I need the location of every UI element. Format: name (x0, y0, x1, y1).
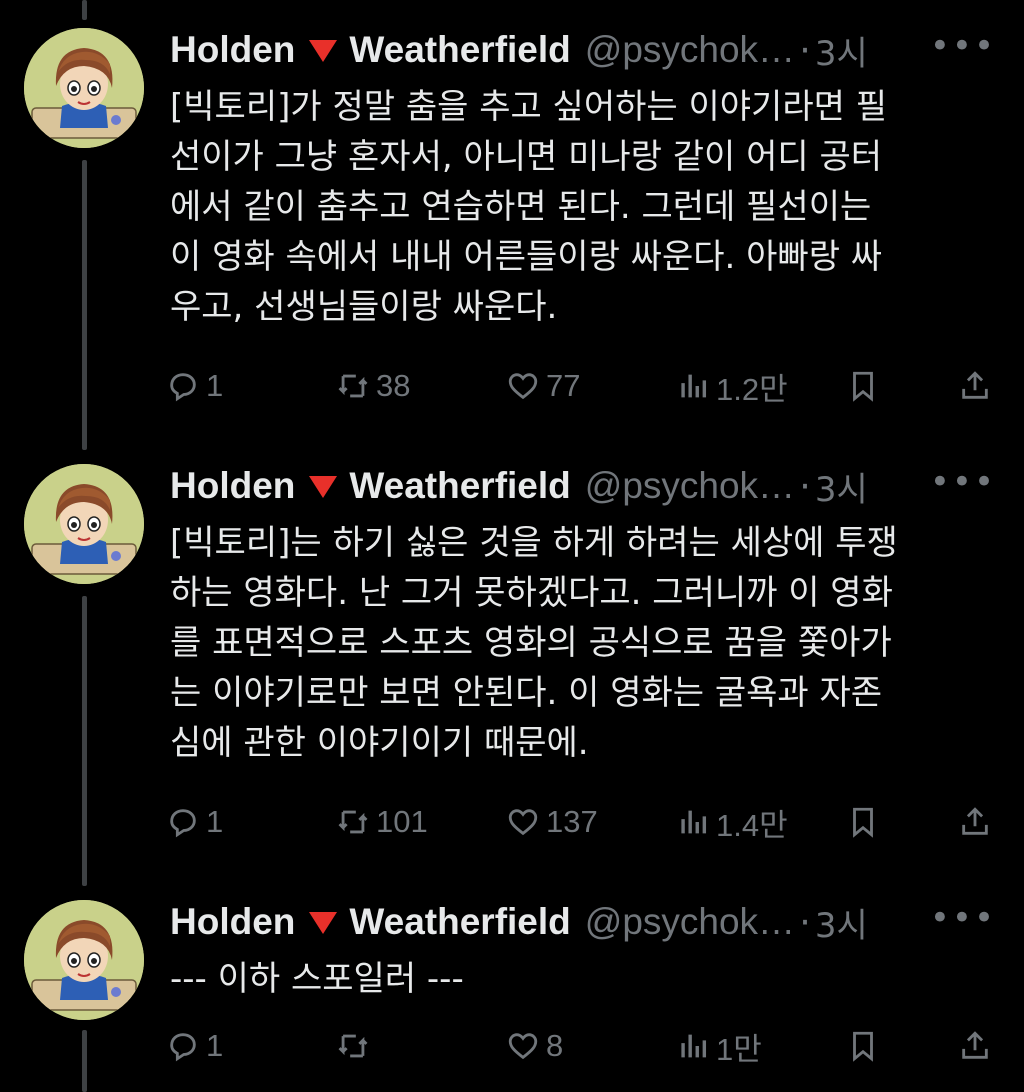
avatar[interactable] (24, 900, 144, 1020)
timestamp[interactable]: 3시 (815, 898, 868, 947)
tweet-actions: 1 8 1만 (166, 1024, 1006, 1068)
views-count: 1.2만 (716, 371, 788, 407)
timestamp[interactable]: 3시 (815, 26, 868, 75)
tweet-actions: 1 38 77 1.2만 (166, 364, 1006, 408)
reply-button[interactable]: 1 (166, 364, 223, 408)
views-count: 1만 (716, 1031, 762, 1067)
bookmark-icon (853, 1031, 873, 1062)
thread-line-top (82, 0, 87, 20)
retweet-count: 101 (376, 804, 428, 839)
avatar[interactable] (24, 464, 144, 584)
bookmark-button[interactable] (846, 1024, 884, 1068)
author-name[interactable]: Holden (170, 901, 295, 943)
author-handle[interactable]: @psychok… (585, 901, 795, 943)
more-icon[interactable]: ••• (930, 898, 996, 938)
retweet-button[interactable]: 38 (336, 364, 410, 408)
red-triangle-emoji (309, 912, 338, 934)
reply-count: 1 (206, 804, 224, 839)
reply-button[interactable]: 1 (166, 800, 223, 844)
like-button[interactable]: 137 (506, 800, 598, 844)
tweet-header: Holden Weatherfield @psychok… · 3시 ••• (170, 22, 1010, 78)
views-count: 1.4만 (716, 807, 788, 843)
separator: · (799, 28, 811, 72)
bookmark-button[interactable] (846, 364, 884, 408)
separator: · (799, 464, 811, 508)
reply-count: 1 (206, 1028, 224, 1063)
share-button[interactable] (958, 364, 996, 408)
retweet-button[interactable]: 101 (336, 800, 428, 844)
views-button[interactable]: 1.2만 (676, 364, 788, 408)
tweet[interactable]: Holden Weatherfield @psychok… · 3시 ••• [… (0, 458, 1024, 878)
views-icon (681, 1034, 707, 1058)
reply-button[interactable]: 1 (166, 1024, 223, 1068)
reply-icon (170, 373, 196, 402)
author-name-suffix[interactable]: Weatherfield (349, 465, 570, 507)
like-count: 8 (546, 1028, 564, 1063)
tweet-header: Holden Weatherfield @psychok… · 3시 ••• (170, 894, 1010, 950)
views-icon (681, 374, 707, 398)
more-icon[interactable]: ••• (930, 26, 996, 66)
bookmark-icon (853, 371, 873, 402)
tweet[interactable]: Holden Weatherfield @psychok… · 3시 ••• -… (0, 894, 1024, 1084)
reply-icon (170, 809, 196, 838)
more-icon[interactable]: ••• (930, 462, 996, 502)
reply-icon (170, 1033, 196, 1062)
like-button[interactable]: 8 (506, 1024, 563, 1068)
tweet[interactable]: Holden Weatherfield @psychok… · 3시 ••• [… (0, 22, 1024, 442)
retweet-count: 38 (376, 368, 411, 403)
like-count: 137 (546, 804, 598, 839)
bookmark-icon (853, 807, 873, 838)
reply-count: 1 (206, 368, 224, 403)
like-button[interactable]: 77 (506, 364, 580, 408)
share-icon (962, 1031, 988, 1059)
retweet-icon (338, 810, 368, 834)
tweet-text: --- 이하 스포일러 --- (170, 959, 464, 999)
retweet-icon (338, 1034, 368, 1058)
tweet-header: Holden Weatherfield @psychok… · 3시 ••• (170, 458, 1010, 514)
avatar[interactable] (24, 28, 144, 148)
views-button[interactable]: 1만 (676, 1024, 762, 1068)
bookmark-button[interactable] (846, 800, 884, 844)
like-count: 77 (546, 368, 581, 403)
tweet-text: [빅토리]가 정말 춤을 추고 싶어하는 이야기라면 필 선이가 그냥 혼자서,… (170, 87, 887, 327)
like-icon (508, 809, 538, 836)
author-name-suffix[interactable]: Weatherfield (349, 901, 570, 943)
author-name[interactable]: Holden (170, 29, 295, 71)
like-icon (508, 373, 538, 400)
separator: · (799, 900, 811, 944)
share-button[interactable] (958, 800, 996, 844)
like-icon (508, 1033, 538, 1060)
author-handle[interactable]: @psychok… (585, 465, 795, 507)
share-button[interactable] (958, 1024, 996, 1068)
author-name[interactable]: Holden (170, 465, 295, 507)
author-name-suffix[interactable]: Weatherfield (349, 29, 570, 71)
tweet-actions: 1 101 137 1.4만 (166, 800, 1006, 844)
red-triangle-emoji (309, 40, 338, 62)
author-handle[interactable]: @psychok… (585, 29, 795, 71)
timestamp[interactable]: 3시 (815, 462, 868, 511)
retweet-button[interactable] (336, 1024, 376, 1068)
retweet-icon (338, 374, 368, 398)
share-icon (962, 807, 988, 835)
red-triangle-emoji (309, 476, 338, 498)
share-icon (962, 371, 988, 399)
views-icon (681, 810, 707, 834)
tweet-text: [빅토리]는 하기 싫은 것을 하게 하려는 세상에 투쟁 하는 영화다. 난 … (170, 523, 898, 763)
views-button[interactable]: 1.4만 (676, 800, 788, 844)
